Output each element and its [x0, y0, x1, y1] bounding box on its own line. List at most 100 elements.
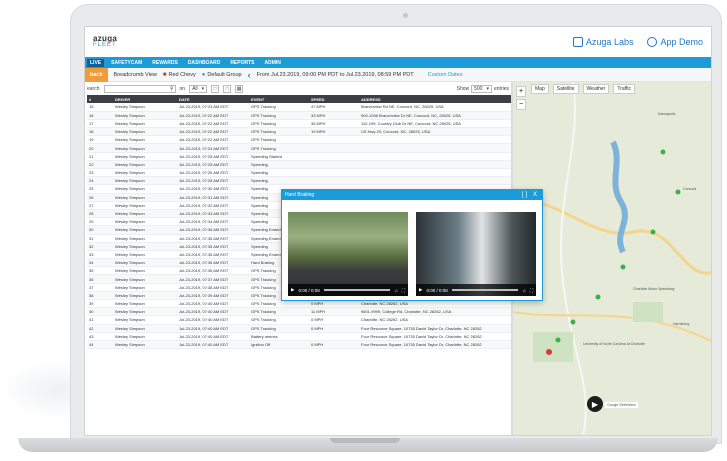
table-row[interactable]: 16 Wesley Simpson Jul-23-2019, 07:22 AM ED… [87, 111, 511, 120]
table-row[interactable]: 22 Wesley Simpson Jul-23-2019, 07:25 AM ED… [87, 160, 511, 170]
table-cell: 900-1098 Branchview Dr NE, Concord, NC, … [359, 111, 511, 120]
table-cell: GPS Tracking [249, 315, 309, 325]
play-icon[interactable]: ▶ [419, 287, 422, 293]
back-button[interactable]: back [85, 67, 108, 82]
search-row: earch ⚲ on All ▾ □ □ ▦ Show 500 ▾ entrie… [85, 82, 511, 95]
fullscreen-icon[interactable]: ⛶ [402, 288, 405, 293]
table-cell [359, 152, 511, 161]
table-cell: Jul-23-2019, 07:22 AM EDT [177, 135, 249, 145]
nav-rewards[interactable]: REWARDS [149, 59, 181, 67]
table-row[interactable]: 44 Wesley Simpson Jul-23-2019, 07:40 AM ED… [87, 340, 511, 350]
table-cell: GPS Tracking [249, 119, 309, 129]
table-cell: Wesley Simpson [113, 283, 177, 292]
table-cell: Wesley Simpson [113, 332, 177, 341]
play-icon[interactable]: ▶ [291, 287, 294, 293]
entries-select[interactable]: 500 ▾ [471, 84, 492, 93]
video-progress[interactable] [323, 289, 391, 291]
map-tab-weather[interactable]: Weather [582, 84, 610, 94]
table-cell: GPS Tracking [249, 135, 309, 145]
map-label-concord: Concord [683, 187, 697, 191]
table-cell: 41 [87, 315, 113, 325]
cabin-video[interactable]: ▶ 0:00 / 0:08 ♫ ⛶ [416, 212, 536, 296]
table-row[interactable]: 41 Wesley Simpson Jul-23-2019, 07:40 AM ED… [87, 315, 511, 325]
nav-reports[interactable]: REPORTS [227, 59, 257, 67]
table-cell: 11 MPH [309, 307, 359, 317]
header-index[interactable]: # [87, 95, 113, 103]
table-row[interactable]: 40 Wesley Simpson Jul-23-2019, 07:40 AM ED… [87, 307, 511, 317]
table-cell: Wesley Simpson [113, 307, 177, 317]
table-cell: Jul-23-2019, 07:35 AM EDT [177, 242, 249, 251]
table-row[interactable]: 19 Wesley Simpson Jul-23-2019, 07:22 AM ED… [87, 135, 511, 145]
search-label: earch [87, 85, 100, 92]
table-row[interactable]: 20 Wesley Simpson Jul-23-2019, 07:24 AM ED… [87, 143, 511, 153]
volume-icon[interactable]: ♫ [394, 288, 397, 293]
nav-live[interactable]: LIVE [87, 58, 105, 67]
map-tab-traffic[interactable]: Traffic [613, 84, 635, 94]
table-row[interactable]: 21 Wesley Simpson Jul-23-2019, 07:25 AM ED… [87, 152, 511, 161]
table-cell: Jul-23-2019, 07:40 AM EDT [177, 307, 249, 317]
road-video[interactable]: ▶ 0:00 / 0:08 ♫ ⛶ [288, 212, 408, 296]
volume-icon[interactable]: ♫ [522, 288, 525, 293]
header-speed[interactable]: SPEED [309, 95, 359, 103]
table-row[interactable]: 17 Wesley Simpson Jul-23-2019, 07:22 AM ED… [87, 119, 511, 129]
app-demo-link[interactable]: App Demo [647, 37, 703, 47]
table-cell: Wesley Simpson [113, 111, 177, 120]
nav-dashboard[interactable]: DASHBOARD [185, 59, 224, 67]
logo[interactable]: azuga FLEET [93, 35, 117, 49]
street-view-play-button[interactable]: ▶ [587, 396, 603, 412]
table-cell: Wesley Simpson [113, 168, 177, 178]
filter-select[interactable]: All ▾ [189, 84, 208, 93]
table-cell: Jul-23-2019, 07:30 AM EDT [177, 184, 249, 194]
group-selector[interactable]: ● Default Group [202, 72, 242, 78]
azuga-labs-link[interactable]: Azuga Labs [572, 37, 633, 47]
table-cell: Wesley Simpson [113, 184, 177, 194]
header-event[interactable]: EVENT [249, 95, 309, 103]
map-tab-satellite[interactable]: Satellite [552, 84, 579, 94]
table-cell: Wesley Simpson [113, 143, 177, 153]
table-cell: Jul-23-2019, 07:25 AM EDT [177, 152, 249, 161]
map-tab-map[interactable]: Map [531, 84, 549, 94]
nav-safetycam[interactable]: SAFETYCAM [108, 59, 145, 67]
table-cell: Jul-23-2019, 07:40 AM EDT [177, 332, 249, 341]
table-cell: 9601-9999, College Rd, Charlotte, NC 282… [359, 307, 511, 317]
popup-title: Hard Braking [285, 192, 315, 198]
table-cell: Jul-23-2019, 07:22 AM EDT [177, 127, 249, 137]
pdf-export-icon[interactable]: □ [211, 84, 220, 93]
table-row[interactable]: 23 Wesley Simpson Jul-23-2019, 07:26 AM ED… [87, 168, 511, 178]
table-cell: Jul-23-2019, 07:31 AM EDT [177, 193, 249, 202]
video-time: 0:00 / 0:08 [298, 287, 320, 293]
header-date[interactable]: DATE [177, 95, 249, 103]
popup-controls[interactable]: [] X [522, 192, 539, 198]
table-cell: 0 MPH [309, 340, 359, 350]
google-streetview-label[interactable]: Google Streetview [605, 402, 638, 408]
fullscreen-icon[interactable]: ⛶ [530, 288, 533, 293]
zoom-out-button[interactable]: − [516, 99, 526, 110]
vehicle-selector[interactable]: ■ Red Chevy [163, 72, 196, 78]
chevron-left-icon[interactable]: ‹ [248, 70, 251, 80]
table-cell: 22 [87, 160, 113, 170]
nav-admin[interactable]: ADMIN [261, 59, 283, 67]
columns-icon[interactable]: ▦ [235, 84, 244, 93]
table-row[interactable]: 15 Wesley Simpson Jul-23-2019, 07:23 AM ED… [87, 103, 511, 112]
table-row[interactable]: 24 Wesley Simpson Jul-23-2019, 07:28 AM ED… [87, 176, 511, 186]
zoom-in-button[interactable]: + [516, 86, 526, 97]
table-cell: GPS Tracking [249, 324, 309, 333]
table-cell: Speeding [249, 160, 309, 170]
video-progress[interactable] [451, 289, 519, 291]
excel-export-icon[interactable]: □ [223, 84, 232, 93]
table-row[interactable]: 18 Wesley Simpson Jul-23-2019, 07:22 AM ED… [87, 127, 511, 137]
header-driver[interactable]: DRIVER [113, 95, 177, 103]
table-cell: Wesley Simpson [113, 119, 177, 129]
custom-dates-link[interactable]: Custom Dates [428, 72, 463, 78]
table-cell: 110-199, Country Club Dr NE, Concord, NC… [359, 119, 511, 129]
search-input[interactable]: ⚲ [103, 84, 176, 93]
breadcrumb-view[interactable]: Breadcrumb View [114, 72, 157, 78]
table-cell: Jul-23-2019, 07:40 AM EDT [177, 340, 249, 350]
table-cell: Wesley Simpson [113, 127, 177, 137]
table-cell: Jul-23-2019, 07:32 AM EDT [177, 201, 249, 210]
table-row[interactable]: 43 Wesley Simpson Jul-23-2019, 07:40 AM ED… [87, 332, 511, 341]
header-address[interactable]: ADDRESS [359, 95, 511, 103]
table-cell: Speeding Started [249, 152, 309, 161]
table-cell: 19 [87, 135, 113, 145]
table-row[interactable]: 42 Wesley Simpson Jul-23-2019, 07:40 AM ED… [87, 324, 511, 333]
